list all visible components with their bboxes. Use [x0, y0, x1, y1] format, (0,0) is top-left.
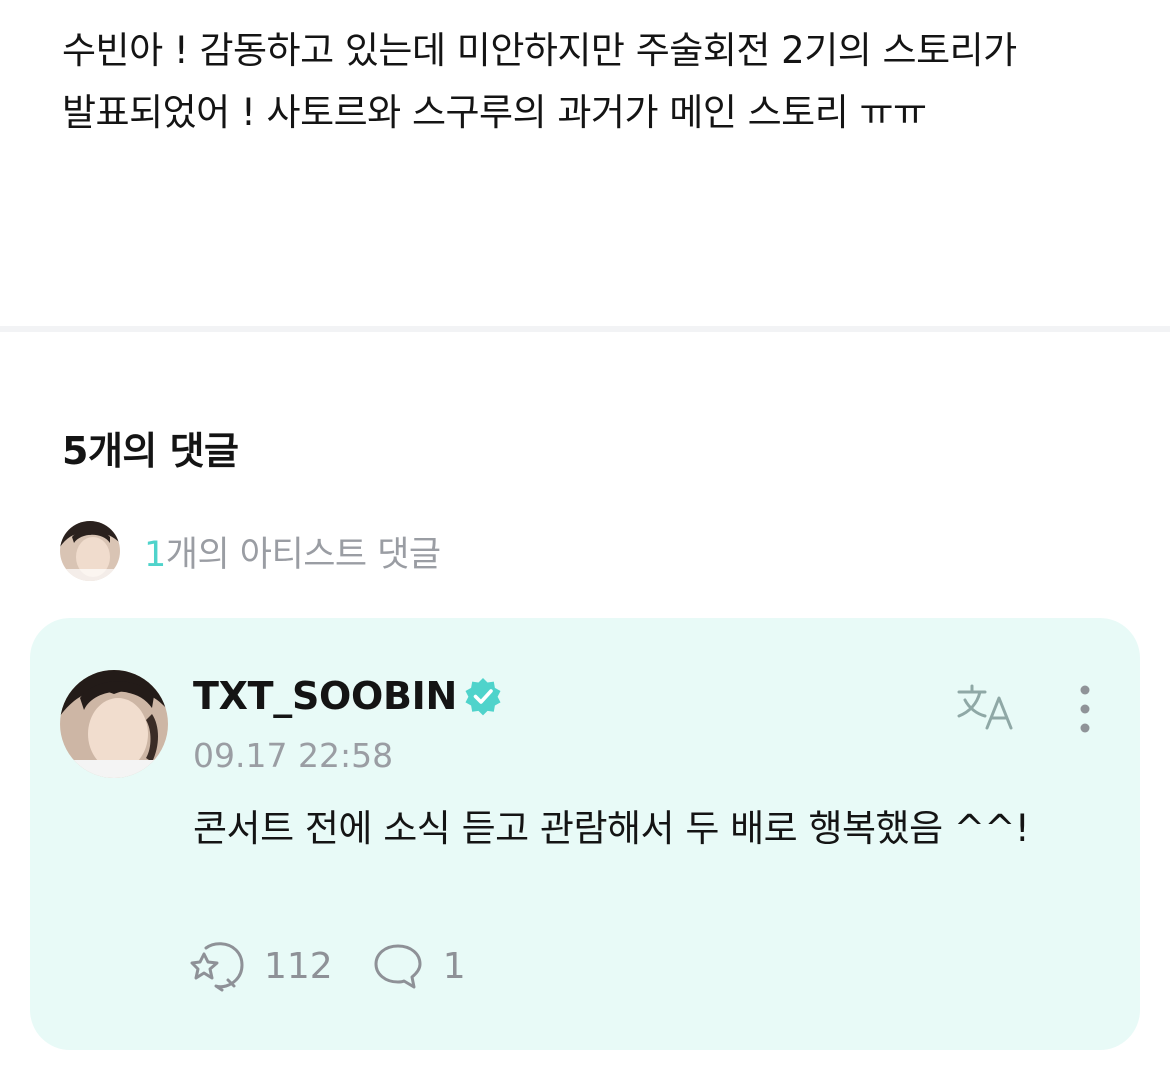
- post-body-text: 수빈아 ! 감동하고 있는데 미안하지만 주술회전 2기의 스토리가 발표되었어…: [62, 29, 1017, 134]
- translate-icon[interactable]: [955, 682, 1019, 734]
- like-count: 112: [264, 945, 333, 987]
- artist-comment-card: TXT_SOOBIN 09.17 22:58 콘서트 전에 소식 듣고 관람해서…: [30, 618, 1140, 1050]
- comments-count-title: 5개의 댓글: [62, 429, 239, 473]
- comment-timestamp: 09.17 22:58: [193, 736, 394, 775]
- comment-author-row: TXT_SOOBIN: [193, 674, 503, 718]
- comment-author-name[interactable]: TXT_SOOBIN: [193, 674, 457, 718]
- avatar[interactable]: [60, 670, 168, 778]
- artist-comment-summary[interactable]: 1개의 아티스트 댓글: [60, 520, 441, 582]
- comment-body-text: 콘서트 전에 소식 듣고 관람해서 두 배로 행복했음 ^^!: [193, 807, 1030, 850]
- avatar: [60, 521, 120, 581]
- artist-comment-summary-suffix: 개의 아티스트 댓글: [165, 534, 441, 575]
- reply-button[interactable]: 1: [369, 940, 466, 992]
- verified-badge-icon: [463, 676, 503, 716]
- like-button[interactable]: 112: [190, 940, 333, 992]
- more-vertical-icon[interactable]: [1070, 684, 1100, 734]
- artist-comment-summary-label: 1개의 아티스트 댓글: [144, 526, 441, 577]
- reply-count: 1: [442, 945, 466, 987]
- comment-actions: 112 1: [190, 940, 466, 992]
- reply-bubble-icon: [369, 940, 427, 992]
- like-icon: [190, 940, 248, 992]
- section-divider: [0, 326, 1170, 332]
- artist-comment-count: 1: [144, 534, 166, 575]
